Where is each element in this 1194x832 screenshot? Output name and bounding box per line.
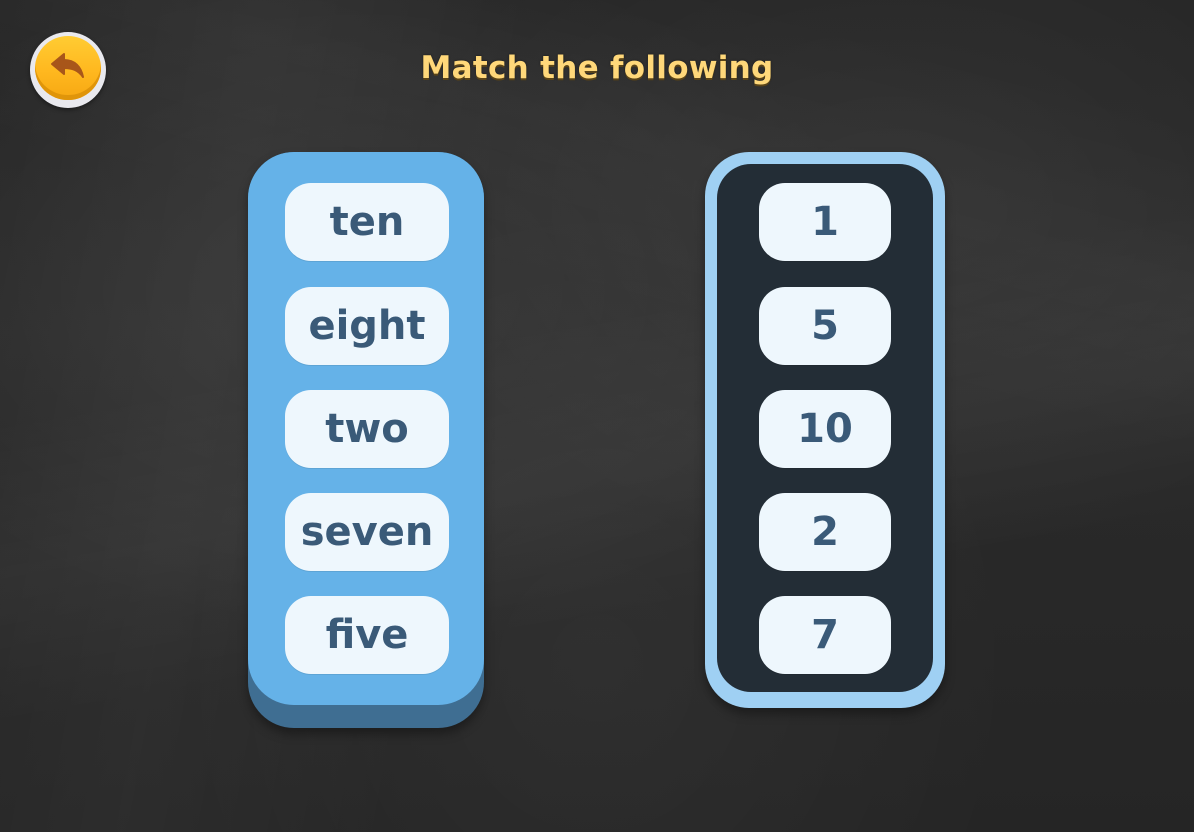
word-card-eight[interactable]: eight <box>285 287 449 365</box>
word-card-seven[interactable]: seven <box>285 493 449 571</box>
word-column-face: ten eight two seven five <box>248 152 484 705</box>
chalkboard-background <box>0 0 1194 832</box>
word-column: ten eight two seven five <box>248 152 484 728</box>
number-card-5[interactable]: 5 <box>759 287 891 365</box>
number-card-10[interactable]: 10 <box>759 390 891 468</box>
word-card-five[interactable]: five <box>285 596 449 674</box>
number-card-2[interactable]: 2 <box>759 493 891 571</box>
number-column-inner: 1 5 10 2 7 <box>717 164 933 692</box>
page-title: Match the following <box>420 50 774 86</box>
word-card-ten[interactable]: ten <box>285 183 449 261</box>
word-card-two[interactable]: two <box>285 390 449 468</box>
number-card-1[interactable]: 1 <box>759 183 891 261</box>
number-column: 1 5 10 2 7 <box>705 152 945 708</box>
number-card-7[interactable]: 7 <box>759 596 891 674</box>
